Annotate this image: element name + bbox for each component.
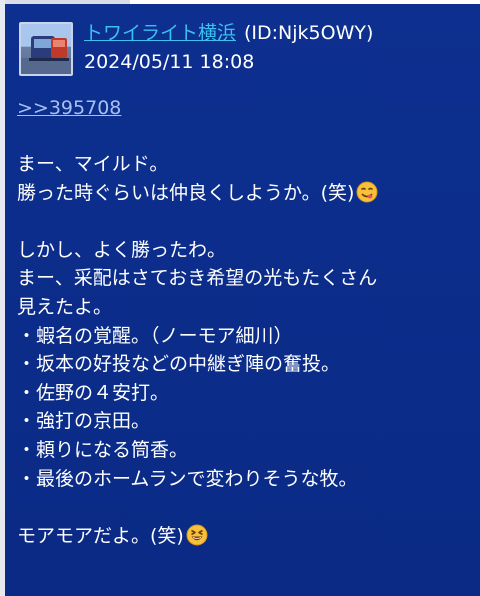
body-line: ・強打の京田。	[17, 410, 151, 433]
body-line: 勝った時ぐらいは仲良くしようか。(笑)	[17, 179, 467, 208]
body-line: ・最後のホームランで変わりそうな牧。	[17, 467, 358, 490]
post-body: まー、マイルド。 勝った時ぐらいは仲良くしようか。(笑) しかし、よく勝ったわ。…	[17, 150, 467, 550]
body-line: ・坂本の好投などの中継ぎ陣の奮投。	[17, 353, 341, 376]
author-id: (ID:Njk5OWY)	[244, 22, 374, 44]
grinning-squint-face-emoji	[186, 524, 208, 546]
body-line: ・蝦名の覚醒。（ノーモア細川）	[17, 324, 293, 347]
body-line: 見えたよ。	[17, 295, 113, 318]
body-line: ・頼りになる筒香。	[17, 438, 189, 461]
tram-image	[21, 24, 71, 74]
post-timestamp: 2024/05/11 18:08	[84, 51, 255, 73]
body-line: モアモアだよ。(笑)	[17, 522, 467, 551]
yum-face-emoji	[356, 181, 378, 203]
reply-anchor-link[interactable]: >>395708	[17, 96, 121, 120]
body-line: まー、采配はさておき希望の光もたくさん	[17, 267, 378, 290]
author-name-link[interactable]: トワイライト横浜	[84, 21, 236, 45]
author-avatar[interactable]	[19, 22, 73, 76]
body-line: まー、マイルド。	[17, 153, 169, 175]
body-line: ・佐野の４安打。	[17, 381, 170, 404]
body-line: しかし、よく勝ったわ。	[17, 238, 227, 261]
